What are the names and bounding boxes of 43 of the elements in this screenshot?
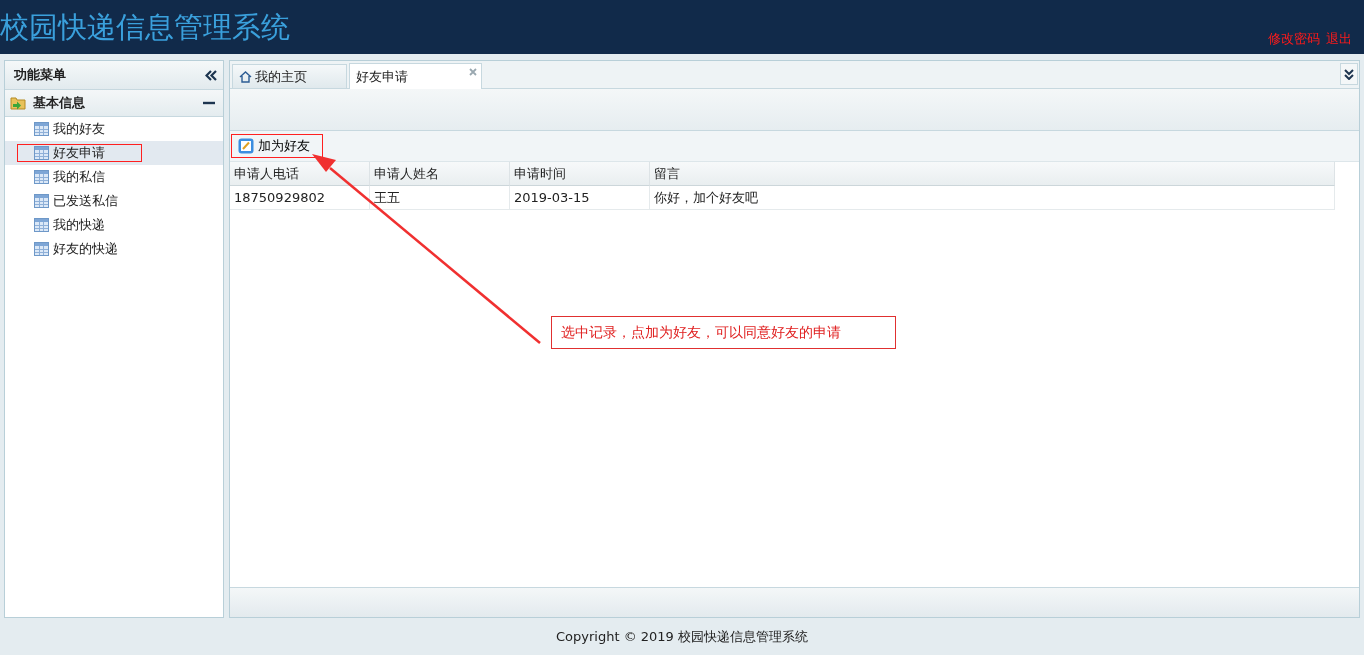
table-icon [34, 146, 49, 160]
double-chevron-icon [1344, 68, 1354, 80]
table-cell: 2019-03-15 [510, 186, 650, 210]
group-header[interactable]: 基本信息 [5, 90, 223, 117]
tab[interactable]: 我的主页 [232, 64, 347, 88]
table-icon [34, 218, 49, 232]
column-header[interactable]: 申请人电话 [230, 162, 370, 186]
menu-item[interactable]: 我的私信 [5, 165, 223, 189]
menu-item-label: 我的快递 [53, 216, 105, 234]
tab[interactable]: 好友申请 [349, 63, 482, 89]
column-header[interactable]: 申请时间 [510, 162, 650, 186]
table-icon [34, 194, 49, 208]
edit-icon [238, 138, 254, 154]
header-link[interactable]: 退出 [1326, 30, 1352, 48]
footer-text: Copyright © 2019 校园快递信息管理系统 [555, 627, 809, 646]
panel-title: 功能菜单 [14, 66, 66, 84]
home-icon [239, 70, 252, 83]
menu-item-label: 已发送私信 [53, 192, 118, 210]
header-link[interactable]: 修改密码 [1268, 30, 1320, 48]
table-icon [34, 242, 49, 256]
expand-button[interactable] [1340, 63, 1358, 85]
menu-item[interactable]: 我的好友 [5, 117, 223, 141]
add-friend-button[interactable]: 加为好友 [231, 134, 323, 158]
table-cell: 王五 [370, 186, 510, 210]
menu-item[interactable]: 已发送私信 [5, 189, 223, 213]
column-header[interactable]: 申请人姓名 [370, 162, 510, 186]
menu-item-label: 好友的快递 [53, 240, 118, 258]
menu-item[interactable]: 好友的快递 [5, 237, 223, 261]
table-cell: 你好，加个好友吧 [650, 186, 1335, 210]
table-icon [34, 170, 49, 184]
menu-item[interactable]: 好友申请 [5, 141, 223, 165]
annotation-callout: 选中记录，点加为好友，可以同意好友的申请 [551, 316, 896, 349]
menu-item[interactable]: 我的快递 [5, 213, 223, 237]
menu-item-label: 我的好友 [53, 120, 105, 138]
table-icon [34, 122, 49, 136]
group-label: 基本信息 [33, 94, 86, 112]
column-header[interactable]: 留言 [650, 162, 1335, 186]
table-cell: 18750929802 [230, 186, 370, 210]
menu-item-label: 我的私信 [53, 168, 105, 186]
folder-icon [10, 95, 27, 111]
menu-item-label: 好友申请 [53, 144, 105, 162]
collapse-icon[interactable] [205, 69, 217, 81]
app-title: 校园快递信息管理系统 [0, 9, 290, 46]
